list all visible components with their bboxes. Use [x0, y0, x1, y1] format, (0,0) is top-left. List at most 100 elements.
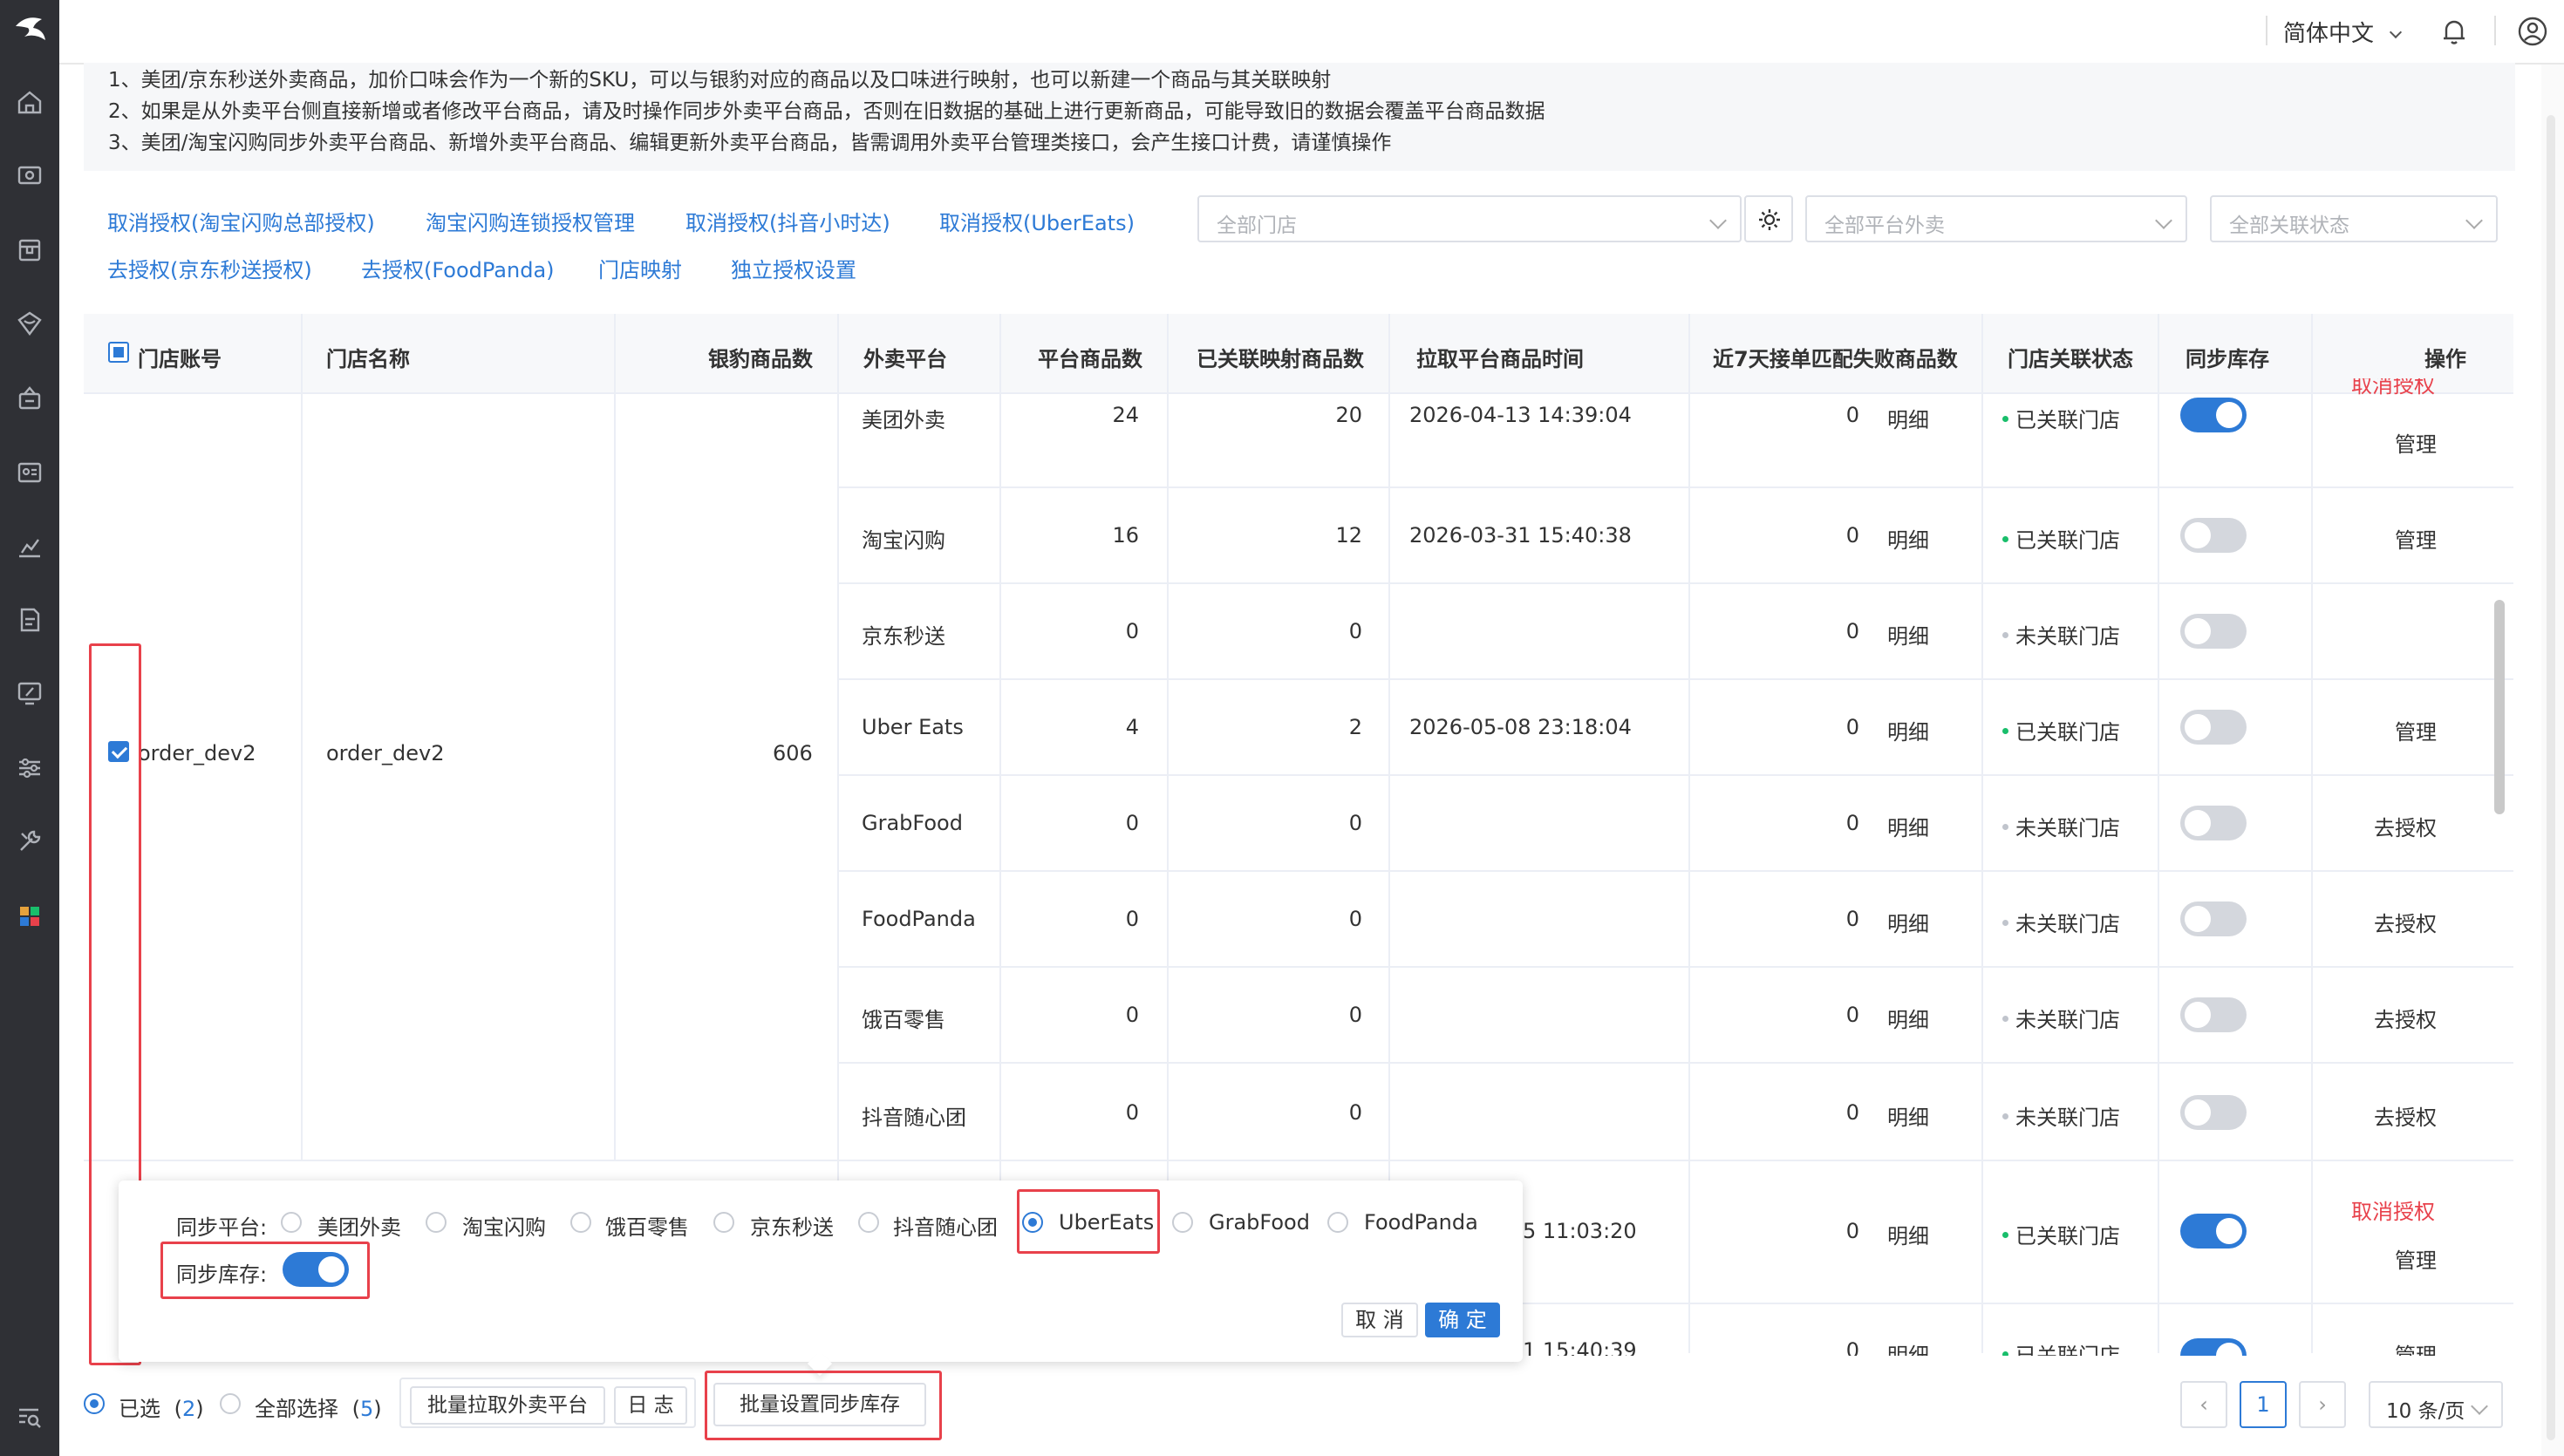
- manage-link[interactable]: 管理: [2395, 1338, 2437, 1356]
- status-text: 未关联门店: [2015, 816, 2120, 840]
- app-logo-icon[interactable]: [9, 7, 52, 51]
- search-list-icon[interactable]: [15, 1402, 44, 1432]
- log-button[interactable]: 日 志: [614, 1386, 687, 1425]
- platform-radio-taobao[interactable]: [426, 1212, 447, 1233]
- cancel-auth-link[interactable]: 取消授权: [2351, 378, 2435, 399]
- store-select[interactable]: 全部门店: [1197, 195, 1742, 242]
- cell-mapped-count: 2: [1348, 715, 1362, 739]
- link-cancel-ubereats[interactable]: 取消授权(UberEats): [939, 206, 1135, 236]
- link-cancel-taobao-hq[interactable]: 取消授权(淘宝闪购总部授权): [107, 206, 375, 236]
- link-auth-foodpanda[interactable]: 去授权(FoodPanda): [361, 253, 555, 283]
- sync-stock-toggle[interactable]: [2180, 997, 2247, 1032]
- detail-link[interactable]: 明细: [1887, 811, 1929, 841]
- store-name: order_dev2: [326, 741, 445, 765]
- select-all-checkbox[interactable]: [108, 342, 129, 363]
- sync-stock-toggle[interactable]: [2180, 1338, 2247, 1356]
- detail-link[interactable]: 明细: [1887, 1219, 1929, 1249]
- cell-link-status: 已关联门店: [2002, 523, 2120, 554]
- cell-platform-count: 16: [1112, 523, 1139, 548]
- monitor-percent-icon[interactable]: [15, 678, 44, 708]
- platform-select[interactable]: 全部平台外卖: [1805, 195, 2187, 242]
- link-independent-auth[interactable]: 独立授权设置: [731, 253, 856, 283]
- selected-radio[interactable]: [84, 1393, 105, 1414]
- manage-link[interactable]: 管理: [2395, 1243, 2437, 1274]
- cell-pull-time: 2026-04-13 14:39:04: [1409, 403, 1632, 427]
- authorize-link[interactable]: 去授权: [2374, 907, 2437, 937]
- page-scrollbar[interactable]: [2541, 65, 2564, 1456]
- tools-icon[interactable]: [15, 827, 44, 856]
- sync-stock-toggle[interactable]: [2180, 1095, 2247, 1130]
- report-chart-icon[interactable]: [15, 532, 44, 561]
- cell-mapped-count: 0: [1348, 907, 1362, 931]
- divider: [2266, 16, 2267, 45]
- authorize-link[interactable]: 去授权: [2374, 811, 2437, 841]
- manage-link[interactable]: 管理: [2395, 715, 2437, 745]
- status-text: 已关联门店: [2015, 1344, 2120, 1356]
- cancel-auth-link[interactable]: 取消授权: [2351, 1194, 2435, 1225]
- batch-pull-button[interactable]: 批量拉取外卖平台: [410, 1386, 605, 1425]
- link-cancel-douyin[interactable]: 取消授权(抖音小时达): [685, 206, 890, 236]
- platform-radio-ebai[interactable]: [570, 1212, 591, 1233]
- status-select[interactable]: 全部关联状态: [2210, 195, 2498, 242]
- employee-card-icon[interactable]: [15, 457, 44, 486]
- platform-radio-douyin[interactable]: [858, 1212, 879, 1233]
- sync-stock-toggle[interactable]: [2180, 710, 2247, 745]
- authorize-link[interactable]: 去授权: [2374, 1100, 2437, 1131]
- select-all-radio[interactable]: [220, 1393, 241, 1414]
- document-icon[interactable]: [15, 605, 44, 635]
- cell-link-status: 未关联门店: [2002, 619, 2120, 650]
- cancel-button[interactable]: 取 消: [1341, 1303, 1418, 1337]
- detail-link[interactable]: 明细: [1887, 907, 1929, 937]
- link-taobao-chain-auth[interactable]: 淘宝闪购连锁授权管理: [426, 206, 635, 236]
- platform-radio-foodpanda[interactable]: [1327, 1212, 1348, 1233]
- platform-radio-meituan[interactable]: [281, 1212, 302, 1233]
- language-select[interactable]: 简体中文: [2283, 16, 2403, 48]
- link-store-mapping[interactable]: 门店映射: [598, 253, 682, 283]
- settings-sliders-icon[interactable]: [15, 753, 44, 783]
- member-icon[interactable]: [15, 309, 44, 338]
- detail-link[interactable]: 明细: [1887, 523, 1929, 554]
- sync-stock-toggle[interactable]: [2180, 1214, 2247, 1248]
- sync-stock-toggle[interactable]: [2180, 398, 2247, 432]
- header-platform-count: 平台商品数: [1038, 347, 1142, 371]
- manage-link[interactable]: 管理: [2395, 427, 2437, 458]
- notification-bell-icon[interactable]: [2438, 16, 2470, 47]
- sync-stock-toggle[interactable]: [2180, 806, 2247, 840]
- page-size-select[interactable]: 10 条/页: [2369, 1381, 2503, 1428]
- status-dot: [2002, 1231, 2008, 1238]
- manage-link[interactable]: 管理: [2395, 523, 2437, 554]
- detail-link[interactable]: 明细: [1887, 715, 1929, 745]
- detail-link[interactable]: 明细: [1887, 1338, 1929, 1356]
- home-icon[interactable]: [15, 87, 44, 117]
- cell-platform: Uber Eats: [862, 715, 964, 739]
- confirm-button[interactable]: 确 定: [1425, 1303, 1500, 1337]
- apps-grid-icon[interactable]: [15, 901, 44, 931]
- page-number-button[interactable]: 1: [2240, 1381, 2287, 1428]
- detail-link[interactable]: 明细: [1887, 619, 1929, 650]
- platform-radio-jd[interactable]: [713, 1212, 734, 1233]
- sync-stock-toggle[interactable]: [2180, 901, 2247, 936]
- detail-link[interactable]: 明细: [1887, 403, 1929, 433]
- table-scroll-thumb[interactable]: [2494, 600, 2505, 814]
- detail-link[interactable]: 明细: [1887, 1100, 1929, 1131]
- product-icon[interactable]: [15, 235, 44, 265]
- settings-gear-button[interactable]: [1744, 195, 1793, 242]
- cell-platform-count: 4: [1125, 715, 1139, 739]
- platform-radio-grabfood[interactable]: [1172, 1212, 1193, 1233]
- highlight-ubereats: [1017, 1189, 1160, 1254]
- language-label: 简体中文: [2283, 21, 2375, 47]
- header-link-status: 门店关联状态: [2008, 347, 2133, 371]
- cashier-icon[interactable]: [15, 160, 44, 190]
- sync-stock-toggle[interactable]: [2180, 518, 2247, 553]
- sync-stock-toggle[interactable]: [2180, 614, 2247, 649]
- cell-platform-count: 0: [1125, 619, 1139, 643]
- header-pull-time: 拉取平台商品时间: [1416, 347, 1584, 371]
- detail-link[interactable]: 明细: [1887, 1003, 1929, 1033]
- link-auth-jd[interactable]: 去授权(京东秒送授权): [107, 253, 312, 283]
- authorize-link[interactable]: 去授权: [2374, 1003, 2437, 1033]
- user-avatar-icon[interactable]: [2517, 16, 2548, 47]
- prev-page-button[interactable]: ‹: [2180, 1381, 2227, 1428]
- cell-platform-count: 0: [1125, 1100, 1139, 1125]
- next-page-button[interactable]: ›: [2299, 1381, 2346, 1428]
- marketing-icon[interactable]: [15, 384, 44, 413]
